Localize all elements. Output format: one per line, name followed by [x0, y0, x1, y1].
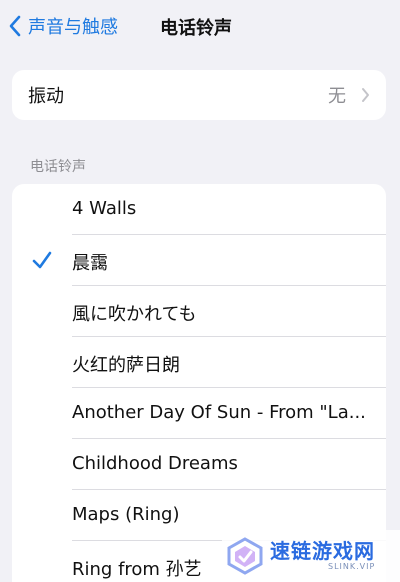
checkmark-icon — [32, 351, 52, 373]
ringtone-row[interactable]: Childhood Dreams — [12, 439, 386, 490]
ringtone-row[interactable]: 火红的萨日朗 — [12, 337, 386, 388]
ringtone-name: 晨靄 — [72, 253, 108, 274]
ringtone-row[interactable]: 風に吹かれても — [12, 286, 386, 337]
ringtone-row[interactable]: 晨靄 — [12, 235, 386, 286]
ringtone-name: 4 Walls — [72, 198, 137, 219]
checkmark-icon — [32, 504, 52, 526]
back-button[interactable]: 声音与触感 — [4, 10, 118, 42]
chevron-left-icon — [4, 11, 26, 41]
ringtone-list: 4 Walls 晨靄 風に吹かれても 火红的萨日朗 Another Day Of… — [12, 184, 386, 582]
ringtone-row[interactable]: Another Day Of Sun - From "La... — [12, 388, 386, 439]
navigation-bar: 声音与触感 电话铃声 — [0, 0, 400, 52]
ringtone-name: 風に吹かれても — [72, 304, 197, 325]
watermark-text: 速链游戏网 SLINK.VIP — [270, 540, 375, 572]
vibration-row[interactable]: 振动 无 — [12, 70, 386, 120]
page-title: 电话铃声 — [160, 18, 232, 39]
checkmark-icon — [32, 453, 52, 475]
vibration-value: 无 — [328, 86, 346, 107]
ringtone-name: Another Day Of Sun - From "La... — [72, 402, 366, 423]
ringtone-name: Childhood Dreams — [72, 453, 238, 474]
checkmark-icon — [32, 402, 52, 424]
chevron-right-icon — [360, 86, 370, 104]
site-watermark: 速链游戏网 SLINK.VIP — [222, 530, 400, 582]
checkmark-icon — [32, 300, 52, 322]
ringtone-name: Maps (Ring) — [72, 504, 180, 525]
watermark-title: 速链游戏网 — [270, 539, 375, 563]
vibration-label: 振动 — [28, 86, 64, 107]
back-button-label: 声音与触感 — [28, 17, 118, 38]
ringtone-row[interactable]: 4 Walls — [12, 184, 386, 235]
ringtone-section-header: 电话铃声 — [30, 159, 86, 175]
vibration-group: 振动 无 — [12, 70, 386, 120]
watermark-subtitle: SLINK.VIP — [328, 562, 376, 571]
checkmark-icon — [32, 555, 52, 577]
ringtone-settings-screen: 声音与触感 电话铃声 振动 无 电话铃声 4 Walls 晨靄 風に吹かれても … — [0, 0, 400, 582]
checkmark-icon — [32, 249, 52, 271]
watermark-logo-icon — [227, 537, 263, 575]
checkmark-icon — [32, 198, 52, 220]
ringtone-name: Ring from 孙艺 — [72, 559, 202, 580]
ringtone-name: 火红的萨日朗 — [72, 355, 180, 376]
